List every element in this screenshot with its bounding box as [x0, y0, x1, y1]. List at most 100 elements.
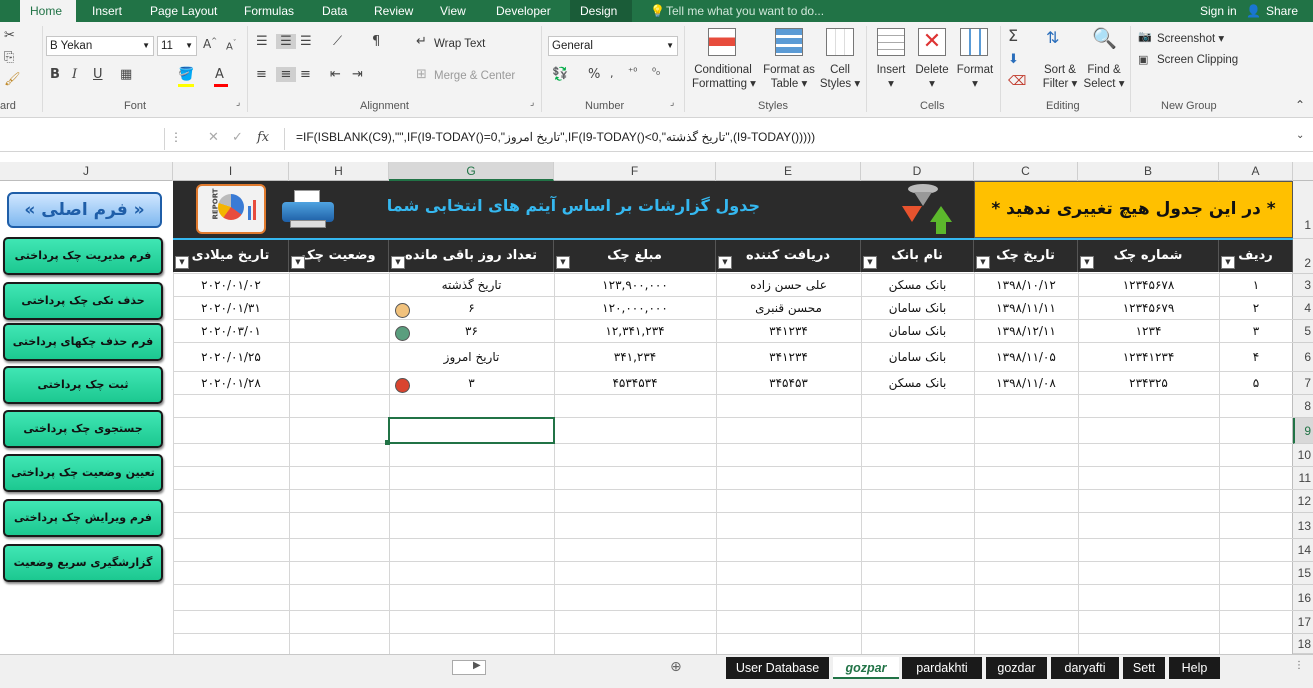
format-cells-button[interactable]: Format ▾	[954, 64, 996, 90]
shrink-font-icon[interactable]: Aˇ	[226, 39, 236, 52]
filter-dropdown-icon[interactable]: ▼	[1221, 256, 1235, 269]
decrease-decimal-icon[interactable]: ⁰₀	[652, 67, 660, 78]
cell-receiver[interactable]: ۳۴۱۲۳۴	[716, 320, 861, 342]
cell-bank[interactable]: بانک سامان	[861, 297, 974, 319]
tab-view[interactable]: View	[430, 0, 476, 22]
cell-check-number[interactable]: ۱۲۳۴	[1078, 320, 1219, 342]
accounting-icon[interactable]: 💱	[552, 67, 568, 82]
side-button-delete-form[interactable]: فرم حذف چکهای پرداختی	[3, 323, 163, 361]
cell-row-number[interactable]: ۵	[1219, 372, 1293, 394]
cell-receiver[interactable]: ۳۴۵۴۵۳	[716, 372, 861, 394]
delete-cells-button[interactable]: Delete ▾	[912, 64, 952, 90]
cell-check-number[interactable]: ۱۲۳۴۱۲۳۴	[1078, 346, 1219, 368]
cell-check-number[interactable]: ۱۲۳۴۵۶۷۹	[1078, 297, 1219, 319]
tab-insert[interactable]: Insert	[82, 0, 132, 22]
cell-receiver[interactable]: ۳۴۱۲۳۴	[716, 346, 861, 368]
name-box[interactable]	[0, 128, 165, 150]
font-size-combo[interactable]: 11 ▼	[157, 36, 197, 56]
fill-color-icon[interactable]: 🪣	[178, 67, 194, 82]
tab-developer[interactable]: Developer	[486, 0, 561, 22]
cell-days-left[interactable]: ۳	[389, 372, 554, 394]
percent-icon[interactable]: %	[588, 67, 600, 82]
cell-gregorian[interactable]: ۲۰۲۰/۰۱/۰۲	[173, 274, 289, 296]
cell-gregorian[interactable]: ۲۰۲۰/۰۱/۲۸	[173, 372, 289, 394]
dialog-launcher-icon[interactable]: ⌟	[530, 98, 534, 108]
row-header[interactable]: 12	[1293, 490, 1313, 513]
cell-amount[interactable]: ۴۵۳۴۵۳۴	[554, 372, 716, 394]
align-top-icon[interactable]: ☰	[256, 34, 268, 49]
cell-row-number[interactable]: ۲	[1219, 297, 1293, 319]
tab-design[interactable]: Design	[570, 0, 632, 22]
cell-days-left[interactable]: ۶	[389, 297, 554, 319]
cell-check-date[interactable]: ۱۳۹۸/۱۱/۰۸	[974, 372, 1078, 394]
sheet-tab-user-database[interactable]: User Database	[726, 657, 829, 679]
cell-gregorian[interactable]: ۲۰۲۰/۰۱/۲۵	[173, 346, 289, 368]
number-format-combo[interactable]: General ▼	[548, 36, 678, 56]
cell-check-date[interactable]: ۱۳۹۸/۱۲/۱۱	[974, 320, 1078, 342]
sheet-tab-sett[interactable]: Sett	[1123, 657, 1165, 679]
row-header[interactable]: 8	[1293, 395, 1313, 418]
share-button[interactable]: Share	[1262, 0, 1302, 22]
col-header-g[interactable]: G	[389, 162, 554, 181]
filter-dropdown-icon[interactable]: ▼	[1080, 256, 1094, 269]
italic-icon[interactable]: I	[72, 67, 77, 82]
header-check-number[interactable]: شماره چک ▼	[1078, 239, 1219, 272]
col-header-c[interactable]: C	[974, 162, 1078, 181]
row-header[interactable]: 11	[1293, 467, 1313, 490]
row-header[interactable]: 18	[1293, 634, 1313, 654]
tell-me-search[interactable]: Tell me what you want to do...	[656, 0, 834, 22]
merge-icon[interactable]: ⊞	[416, 67, 427, 82]
collapse-ribbon-icon[interactable]: ⌃	[1295, 98, 1305, 112]
cell-days-left[interactable]: تاریخ امروز	[389, 346, 554, 368]
copy-icon[interactable]: ⎘	[4, 50, 14, 65]
col-header-h[interactable]: H	[289, 162, 389, 181]
increase-indent-icon[interactable]: ⇥	[352, 67, 363, 82]
side-button-delete-single[interactable]: حذف تکی چک پرداختی	[3, 282, 163, 320]
add-sheet-icon[interactable]: ⊕	[670, 659, 682, 675]
row-header[interactable]: 9	[1293, 418, 1313, 444]
sheet-tab-help[interactable]: Help	[1169, 657, 1220, 679]
dialog-launcher-icon[interactable]: ⌟	[236, 98, 240, 108]
cell-amount[interactable]: ۱۲,۳۴۱,۲۳۴	[554, 320, 716, 342]
cell-row-number[interactable]: ۳	[1219, 320, 1293, 342]
row-header[interactable]: 13	[1293, 513, 1313, 539]
align-right-icon[interactable]: ≡	[300, 67, 311, 82]
cell-bank[interactable]: بانک مسکن	[861, 274, 974, 296]
cell-gregorian[interactable]: ۲۰۲۰/۰۳/۰۱	[173, 320, 289, 342]
format-as-table-button[interactable]: Format as Table ▾	[760, 64, 818, 90]
tab-home[interactable]: Home	[20, 0, 76, 22]
enter-icon[interactable]: ✓	[232, 130, 243, 145]
cell-receiver[interactable]: محسن قنبری	[716, 297, 861, 319]
dialog-launcher-icon[interactable]: ⌟	[670, 98, 674, 108]
align-left-icon[interactable]: ≡	[256, 67, 267, 82]
horizontal-scrollbar[interactable]: ▶	[452, 660, 486, 675]
side-button-quick-report[interactable]: گزارشگیری سریع وضعیت	[3, 544, 163, 582]
cell-days-left[interactable]: ۳۶	[389, 320, 554, 342]
row-header[interactable]: 3	[1293, 274, 1313, 297]
cell-styles-button[interactable]: Cell Styles ▾	[818, 64, 862, 90]
filter-dropdown-icon[interactable]: ▼	[718, 256, 732, 269]
col-header-f[interactable]: F	[554, 162, 716, 181]
clear-icon[interactable]: ⌫	[1008, 74, 1026, 89]
tab-review[interactable]: Review	[364, 0, 423, 22]
font-name-combo[interactable]: B Yekan ▼	[46, 36, 154, 56]
col-header-a[interactable]: A	[1219, 162, 1293, 181]
header-check-date[interactable]: تاریخ چک ▼	[974, 239, 1078, 272]
side-button-register[interactable]: ثبت چک پرداختی	[3, 366, 163, 404]
sheet-tab-daryafti[interactable]: daryafti	[1051, 657, 1119, 679]
comma-style-icon[interactable]: ,	[610, 67, 614, 80]
sort-filter-button[interactable]: Sort & Filter ▾	[1040, 64, 1080, 90]
row-header[interactable]: 6	[1293, 343, 1313, 372]
filter-dropdown-icon[interactable]: ▼	[291, 256, 305, 269]
fill-icon[interactable]: ⬇	[1008, 52, 1019, 67]
screenshot-button[interactable]: Screenshot ▾	[1157, 31, 1224, 45]
header-status[interactable]: وضعیت چک ▼	[289, 239, 389, 272]
row-header[interactable]: 4	[1293, 297, 1313, 320]
cell-gregorian[interactable]: ۲۰۲۰/۰۱/۳۱	[173, 297, 289, 319]
font-color-icon[interactable]: A	[215, 67, 224, 82]
find-select-button[interactable]: Find & Select ▾	[1082, 64, 1126, 90]
cell-bank[interactable]: بانک سامان	[861, 346, 974, 368]
row-header[interactable]: 17	[1293, 611, 1313, 634]
row-header[interactable]: 5	[1293, 320, 1313, 343]
cell-check-date[interactable]: ۱۳۹۸/۱۱/۱۱	[974, 297, 1078, 319]
